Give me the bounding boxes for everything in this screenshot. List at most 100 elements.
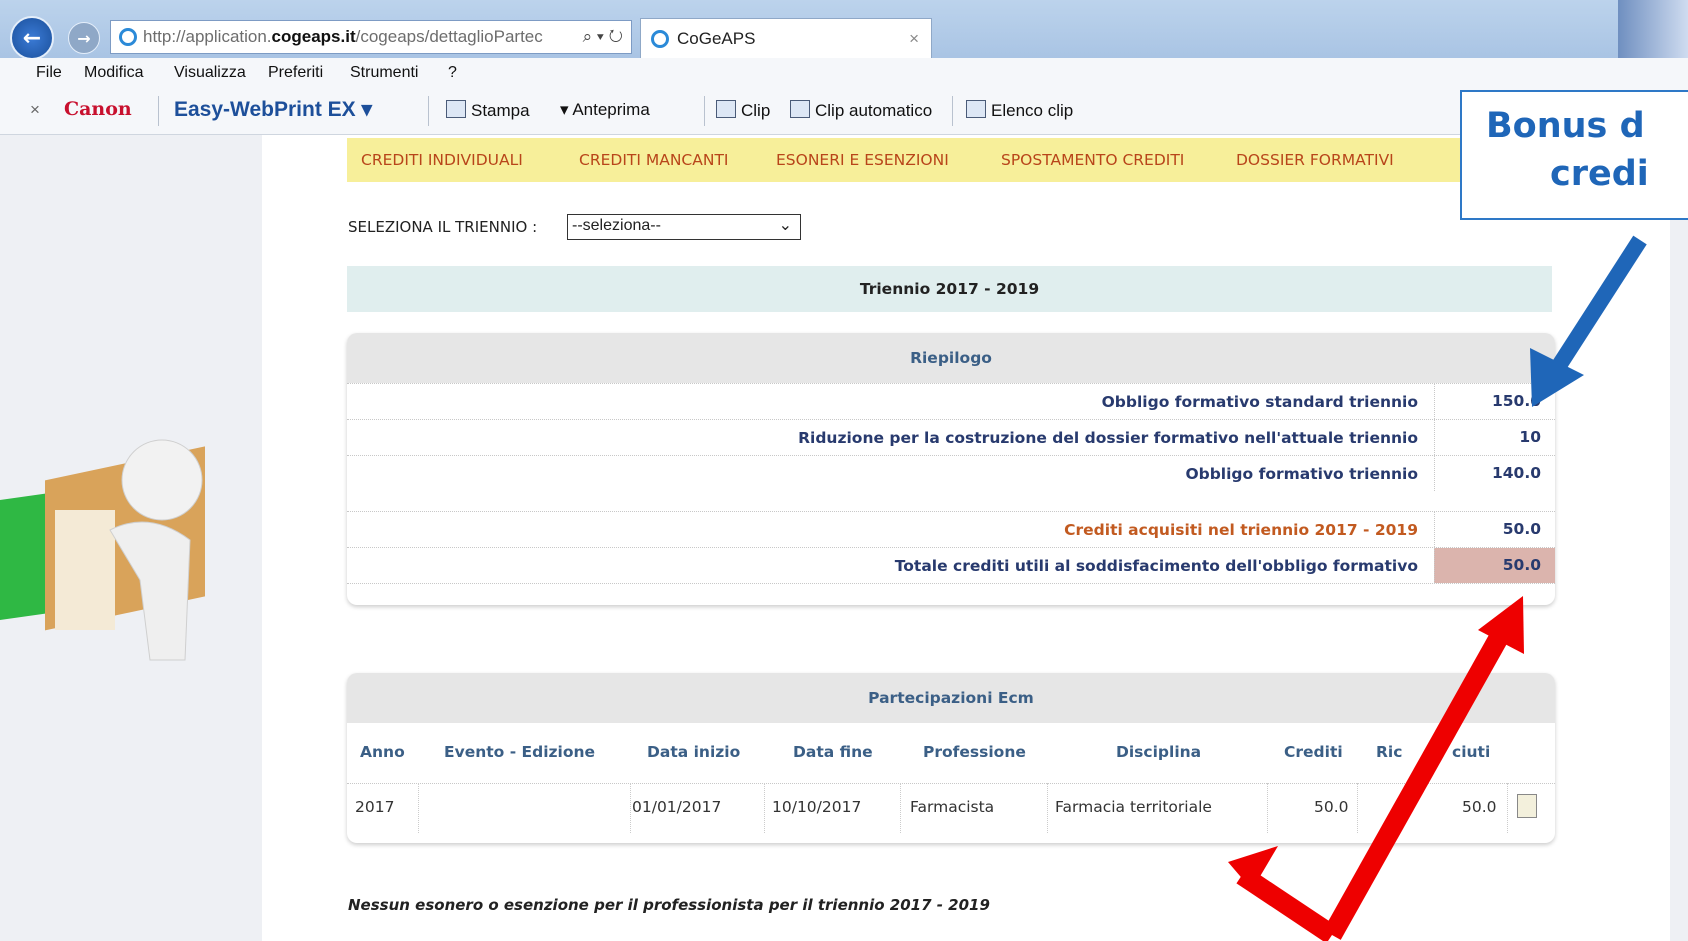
column-divider — [630, 783, 632, 833]
nav-spostamento-crediti[interactable]: SPOSTAMENTO CREDITI — [1001, 151, 1184, 169]
partecipazioni-panel: Partecipazioni Ecm Anno Evento - Edizion… — [347, 673, 1555, 843]
bonus-callout: Bonus d credi — [1460, 90, 1688, 220]
col-professione: Professione — [923, 743, 1026, 761]
tab-title: CoGeAPS — [677, 29, 756, 48]
cell-riconosciuti: 50.0 — [1462, 798, 1497, 816]
clip-auto-icon — [790, 100, 810, 118]
col-data-inizio: Data inizio — [647, 743, 741, 761]
clip-automatico-button[interactable]: Clip automatico — [790, 100, 932, 121]
menu-file[interactable]: File — [36, 64, 62, 82]
partecipazioni-title: Partecipazioni Ecm — [347, 673, 1555, 723]
easy-webprint-menu[interactable]: Easy-WebPrint EX ▾ — [174, 97, 372, 122]
list-icon — [966, 100, 986, 118]
column-divider — [900, 783, 902, 833]
document-icon[interactable] — [1517, 794, 1537, 818]
menu-help[interactable]: ? — [448, 64, 457, 82]
nav-esoneri-esenzioni[interactable]: ESONERI E ESENZIONI — [776, 151, 949, 169]
nav-dossier-formativi[interactable]: DOSSIER FORMATIVI — [1236, 151, 1394, 169]
riepilogo-label: Riduzione per la costruzione del dossier… — [798, 429, 1418, 447]
col-disciplina: Disciplina — [1116, 743, 1202, 761]
riepilogo-value: 150.0 — [1434, 384, 1555, 419]
col-crediti: Crediti — [1284, 743, 1343, 761]
menu-preferiti[interactable]: Preferiti — [268, 64, 323, 82]
riepilogo-row: Totale crediti utili al soddisfacimento … — [347, 547, 1555, 584]
riepilogo-row: Obbligo formativo standard triennio 150.… — [347, 383, 1555, 419]
column-divider — [418, 783, 420, 833]
clip-label: Clip — [741, 101, 771, 120]
callout-line2: credi — [1550, 154, 1649, 194]
section-nav: CREDITI INDIVIDUALI CREDITI MANCANTI ESO… — [347, 138, 1552, 182]
riepilogo-label: Crediti acquisiti nel triennio 2017 - 20… — [1064, 521, 1418, 539]
url-host: cogeaps.it — [271, 27, 356, 46]
address-bar[interactable]: http://application. cogeaps.it/cogeaps/de… — [110, 20, 632, 54]
cell-disciplina: Farmacia territoriale — [1055, 798, 1212, 816]
column-divider — [1507, 783, 1509, 833]
col-riconosciuti-end: ciuti — [1452, 743, 1491, 761]
cell-data-inizio: 01/01/2017 — [632, 798, 722, 816]
select-value: --seleziona-- — [572, 217, 661, 234]
stampa-button[interactable]: Stampa — [446, 100, 530, 121]
menu-modifica[interactable]: Modifica — [84, 64, 144, 82]
toolbar-separator — [952, 96, 953, 126]
riepilogo-value: 50.0 — [1434, 512, 1555, 547]
riepilogo-total-value: 50.0 — [1434, 548, 1555, 583]
triennio-title: Triennio 2017 - 2019 — [347, 266, 1552, 312]
riepilogo-label: Obbligo formativo triennio — [1185, 465, 1418, 483]
address-tools[interactable]: ⌕ ▾ ↻ — [583, 27, 623, 47]
elenco-clip-button[interactable]: Elenco clip — [966, 100, 1073, 121]
riepilogo-value: 140.0 — [1434, 456, 1555, 491]
select-triennio-dropdown[interactable]: --seleziona-- ⌄ — [567, 214, 801, 240]
stampa-label: Stampa — [471, 101, 530, 120]
chevron-down-icon: ⌄ — [778, 217, 792, 234]
back-button[interactable]: ← — [10, 16, 54, 60]
anteprima-label: ▾ Anteprima — [560, 100, 650, 119]
url-path: /cogeaps/dettaglioPartec — [355, 27, 543, 46]
column-divider — [1047, 783, 1049, 833]
table-row: 2017 01/01/2017 10/10/2017 Farmacista Fa… — [347, 784, 1555, 832]
cell-crediti: 50.0 — [1314, 798, 1349, 816]
no-exemption-note: Nessun esonero o esenzione per il profes… — [348, 896, 990, 914]
riepilogo-row: Crediti acquisiti nel triennio 2017 - 20… — [347, 511, 1555, 547]
riepilogo-title: Riepilogo — [347, 333, 1555, 383]
menu-bar: File Modifica Visualizza Preferiti Strum… — [0, 58, 1688, 88]
riepilogo-label: Totale crediti utili al soddisfacimento … — [894, 557, 1418, 575]
toolbar-close-icon[interactable]: × — [30, 100, 40, 120]
anteprima-button[interactable]: ▾ Anteprima — [560, 100, 650, 120]
tab-close-icon[interactable]: × — [909, 29, 919, 49]
ie-icon — [119, 28, 137, 46]
col-riconosciuti-start: Ric — [1376, 743, 1403, 761]
column-divider — [1267, 783, 1269, 833]
toolbar-separator — [428, 96, 429, 126]
url-prefix: http://application. — [143, 27, 272, 46]
cell-anno: 2017 — [355, 798, 395, 816]
column-divider — [1357, 783, 1359, 833]
forward-button[interactable]: → — [68, 22, 100, 54]
col-data-fine: Data fine — [793, 743, 873, 761]
canon-logo: Canon — [64, 98, 132, 120]
riepilogo-spacer — [347, 491, 1555, 511]
menu-strumenti[interactable]: Strumenti — [350, 64, 418, 82]
riepilogo-value: 10 — [1434, 420, 1555, 455]
partecipazioni-header: Anno Evento - Edizione Data inizio Data … — [347, 723, 1555, 784]
clip-button[interactable]: Clip — [716, 100, 770, 121]
col-evento: Evento - Edizione — [444, 743, 596, 761]
nav-crediti-mancanti[interactable]: CREDITI MANCANTI — [579, 151, 729, 169]
clip-auto-label: Clip automatico — [815, 101, 933, 120]
ie-icon — [651, 30, 669, 48]
clip-icon — [716, 100, 736, 118]
col-anno: Anno — [360, 743, 405, 761]
browser-tab[interactable]: CoGeAPS × — [640, 18, 932, 59]
toolbar-separator — [704, 96, 705, 126]
select-triennio-label: SELEZIONA IL TRIENNIO : — [348, 218, 538, 236]
nav-crediti-individuali[interactable]: CREDITI INDIVIDUALI — [361, 151, 523, 169]
menu-visualizza[interactable]: Visualizza — [174, 64, 246, 82]
riepilogo-panel: Riepilogo Obbligo formativo standard tri… — [347, 333, 1555, 605]
cell-data-fine: 10/10/2017 — [772, 798, 862, 816]
printer-icon — [446, 100, 466, 118]
right-scroll-area — [1670, 138, 1688, 941]
elenco-clip-label: Elenco clip — [991, 101, 1074, 120]
folder-figure-illustration — [0, 439, 205, 661]
easy-webprint-toolbar: × Canon Easy-WebPrint EX ▾ Stampa ▾ Ante… — [0, 88, 1688, 135]
toolbar-separator — [158, 96, 159, 126]
cell-professione: Farmacista — [910, 798, 995, 816]
